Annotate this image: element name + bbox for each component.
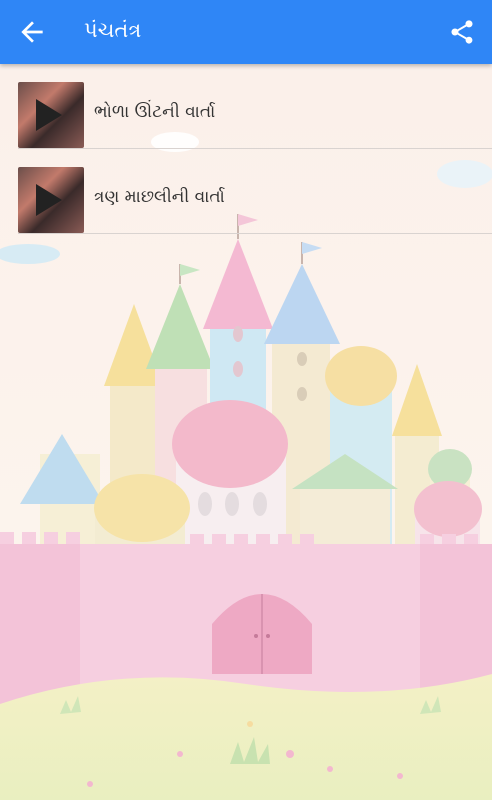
divider [18, 233, 492, 234]
app-bar: પંચતંત્ર [0, 0, 492, 64]
video-thumbnail [18, 167, 84, 233]
video-thumbnail [18, 82, 84, 148]
story-list: ભોળા ઊંટની વાર્તા ત્રણ માછલીની વાર્તા [0, 64, 492, 234]
list-item[interactable]: ત્રણ માછલીની વાર્તા [0, 149, 492, 234]
share-icon[interactable] [448, 16, 476, 48]
play-icon [36, 99, 62, 131]
page-title: પંચતંત્ર [84, 18, 142, 42]
play-icon [36, 184, 62, 216]
story-title: ભોળા ઊંટની વાર્તા [94, 102, 216, 122]
story-title: ત્રણ માછલીની વાર્તા [94, 187, 225, 207]
arrow-back-icon[interactable] [16, 16, 48, 48]
list-item[interactable]: ભોળા ઊંટની વાર્તા [0, 64, 492, 149]
